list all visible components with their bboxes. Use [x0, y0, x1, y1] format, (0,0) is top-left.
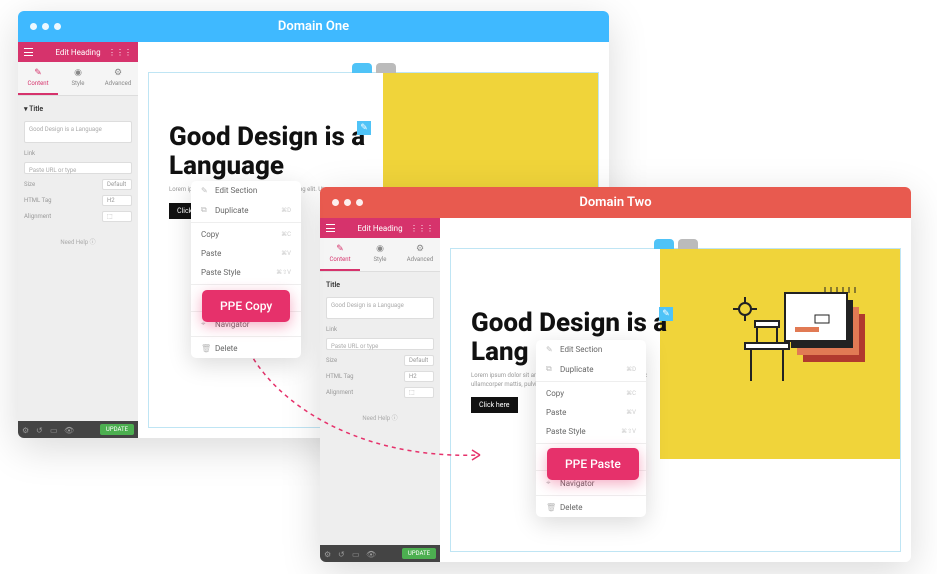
menu-icon[interactable] — [326, 224, 335, 232]
tab-style[interactable]: ◉Style — [360, 238, 400, 271]
menu-edit-section[interactable]: ✎Edit Section — [536, 340, 646, 359]
droplet-icon: ◉ — [362, 244, 398, 254]
apps-icon[interactable]: ⋮⋮⋮ — [410, 224, 434, 233]
heading-text: Good Design is a Language — [169, 123, 369, 180]
ppe-paste-button[interactable]: PPE Paste — [547, 448, 639, 480]
htmltag-row: HTML TagH2 — [24, 195, 132, 206]
menu-icon[interactable] — [24, 48, 33, 56]
preview-icon[interactable]: 👁 — [366, 550, 374, 558]
section-title[interactable]: Title — [326, 278, 434, 292]
settings-icon[interactable]: ⚙ — [324, 550, 332, 558]
edit-icon[interactable]: ✎ — [357, 121, 371, 135]
trash-icon: 🗑 — [546, 503, 555, 512]
sidebar-title: Edit Heading — [55, 48, 100, 57]
section-outline[interactable]: ✎ Good Design is a Lang Lorem ipsum dolo… — [450, 248, 901, 552]
menu-delete[interactable]: 🗑Delete — [536, 498, 646, 517]
menu-paste[interactable]: Paste⌘V — [536, 403, 646, 422]
menu-edit-section[interactable]: ✎Edit Section — [191, 181, 301, 200]
need-help-link[interactable]: Need Help ⓘ — [24, 237, 132, 246]
title-textarea[interactable]: Good Design is a Language — [24, 121, 132, 143]
tab-content[interactable]: ✎Content — [18, 62, 58, 95]
handle-drag[interactable] — [678, 239, 698, 249]
size-row: SizeDefault — [24, 179, 132, 190]
settings-icon[interactable]: ⚙ — [22, 426, 30, 434]
tab-style[interactable]: ◉Style — [58, 62, 98, 95]
sidebar-header: Edit Heading ⋮⋮⋮ — [320, 218, 440, 238]
sidebar-footer: ⚙ ↺ ▭ 👁 UPDATE — [18, 421, 138, 438]
separator — [191, 222, 301, 223]
pencil-icon: ✎ — [201, 186, 210, 195]
separator — [191, 284, 301, 285]
gear-icon: ⚙ — [402, 244, 438, 254]
menu-paste[interactable]: Paste⌘V — [191, 244, 301, 263]
separator — [191, 336, 301, 337]
history-icon[interactable]: ↺ — [338, 550, 346, 558]
pencil-icon: ✎ — [322, 244, 358, 254]
history-icon[interactable]: ↺ — [36, 426, 44, 434]
title-bar-two: Domain Two — [320, 187, 911, 218]
sidebar-header: Edit Heading ⋮⋮⋮ — [18, 42, 138, 62]
context-menu: ✎Edit Section ⧉Duplicate⌘D Copy⌘C Paste⌘… — [536, 340, 646, 517]
preview-icon[interactable]: 👁 — [64, 426, 72, 434]
responsive-icon[interactable]: ▭ — [352, 550, 360, 558]
menu-delete[interactable]: 🗑Delete — [191, 339, 301, 358]
window-title: Domain Two — [320, 195, 911, 210]
context-menu: ✎Edit Section ⧉Duplicate⌘D Copy⌘C Paste⌘… — [191, 181, 301, 358]
tab-advanced[interactable]: ⚙Advanced — [98, 62, 138, 95]
pencil-icon: ✎ — [546, 345, 555, 354]
section-title[interactable]: ▾ Title — [24, 102, 132, 116]
handle-drag[interactable] — [376, 63, 396, 73]
update-button[interactable]: UPDATE — [100, 424, 134, 435]
link-label: Link — [24, 150, 132, 157]
menu-paste-style[interactable]: Paste Style⌘⇧V — [191, 263, 301, 282]
htmltag-select[interactable]: H2 — [102, 195, 132, 206]
separator — [536, 381, 646, 382]
menu-duplicate[interactable]: ⧉Duplicate⌘D — [191, 200, 301, 220]
menu-copy[interactable]: Copy⌘C — [191, 225, 301, 244]
menu-paste-style[interactable]: Paste Style⌘⇧V — [536, 422, 646, 441]
menu-copy[interactable]: Copy⌘C — [536, 384, 646, 403]
link-input[interactable]: Paste URL or type — [24, 162, 132, 174]
alignment-select[interactable]: ⬚ — [102, 211, 132, 222]
edit-icon[interactable]: ✎ — [659, 307, 673, 321]
sidebar-title: Edit Heading — [357, 224, 402, 233]
illustration-icon — [725, 279, 885, 409]
image-widget[interactable] — [383, 73, 598, 203]
sidebar-tabs: ✎Content ◉Style ⚙Advanced — [320, 238, 440, 272]
duplicate-icon: ⧉ — [201, 205, 210, 215]
pencil-icon: ✎ — [20, 68, 56, 78]
sidebar-footer: ⚙ ↺ ▭ 👁 UPDATE — [320, 545, 440, 562]
section-handles[interactable] — [352, 63, 396, 73]
canvas-area: ✎ Good Design is a Lang Lorem ipsum dolo… — [440, 218, 911, 562]
section-handles[interactable] — [654, 239, 698, 249]
sidebar-tabs: ✎Content ◉Style ⚙Advanced — [18, 62, 138, 96]
separator — [536, 495, 646, 496]
trash-icon: 🗑 — [201, 344, 210, 353]
image-widget[interactable] — [660, 249, 900, 459]
size-select[interactable]: Default — [102, 179, 132, 190]
handle-add[interactable] — [654, 239, 674, 249]
window-title: Domain One — [18, 19, 609, 34]
sidebar-panel: ▾ Title Good Design is a Language Link P… — [18, 96, 138, 421]
separator — [536, 443, 646, 444]
tab-content[interactable]: ✎Content — [320, 238, 360, 271]
tab-advanced[interactable]: ⚙Advanced — [400, 238, 440, 271]
title-bar-one: Domain One — [18, 11, 609, 42]
responsive-icon[interactable]: ▭ — [50, 426, 58, 434]
apps-icon[interactable]: ⋮⋮⋮ — [108, 48, 132, 57]
update-button[interactable]: UPDATE — [402, 548, 436, 559]
alignment-row: Alignment⬚ — [24, 211, 132, 222]
title-textarea[interactable]: Good Design is a Language — [326, 297, 434, 319]
droplet-icon: ◉ — [60, 68, 96, 78]
duplicate-icon: ⧉ — [546, 364, 555, 374]
editor-sidebar: Edit Heading ⋮⋮⋮ ✎Content ◉Style ⚙Advanc… — [18, 42, 138, 438]
handle-add[interactable] — [352, 63, 372, 73]
menu-duplicate[interactable]: ⧉Duplicate⌘D — [536, 359, 646, 379]
gear-icon: ⚙ — [100, 68, 136, 78]
ppe-copy-button[interactable]: PPE Copy — [202, 290, 290, 322]
